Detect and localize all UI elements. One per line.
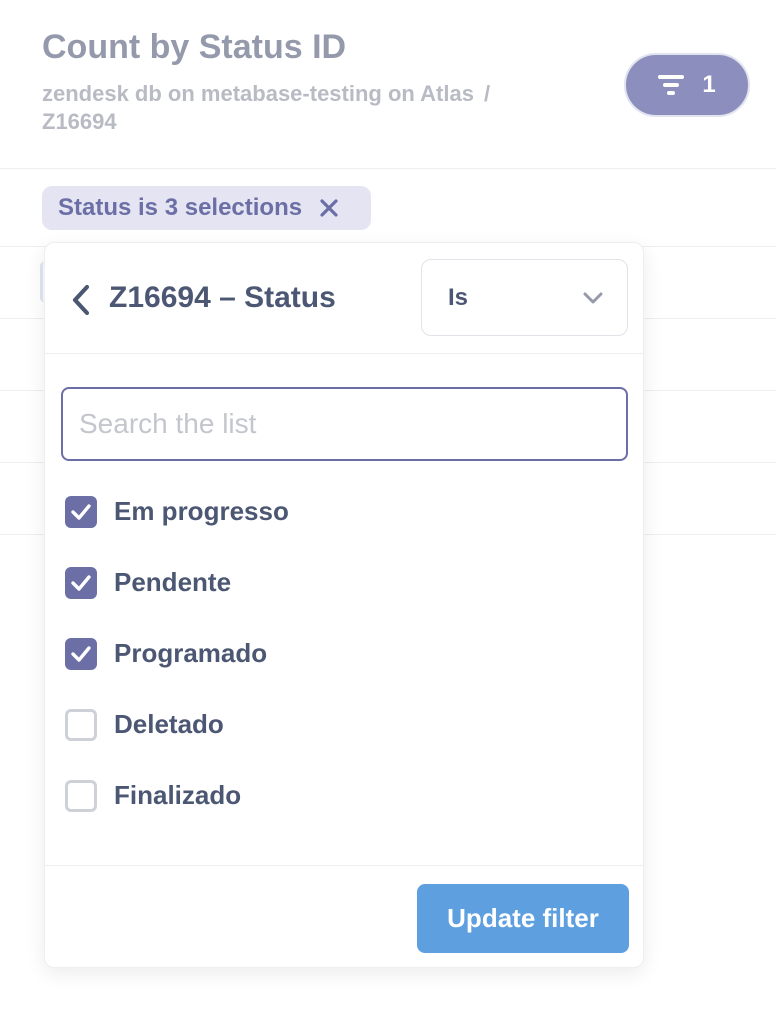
option-label: Deletado — [114, 709, 224, 739]
checkbox-unchecked[interactable] — [65, 779, 97, 812]
update-filter-button[interactable]: Update filter — [417, 884, 629, 953]
chevron-down-icon — [583, 292, 603, 303]
active-filter-pill[interactable]: Status is 3 selections — [42, 186, 371, 230]
popover-header: Z16694 – Status Is — [45, 243, 643, 354]
page-title: Count by Status ID — [42, 28, 347, 66]
option-list: Em progresso Pendente Programado Deletado Fi… — [65, 476, 625, 831]
close-icon[interactable] — [320, 199, 338, 217]
filter-count: 1 — [702, 71, 716, 98]
checkbox-option[interactable]: Pendente — [65, 547, 625, 618]
breadcrumb-table[interactable]: Z16694 — [42, 109, 117, 134]
chevron-left-icon — [72, 284, 90, 316]
check-icon — [71, 645, 91, 662]
checkbox-option[interactable]: Em progresso — [65, 476, 625, 547]
header-divider — [0, 168, 776, 169]
filter-pill-label: Status is 3 selections — [58, 194, 303, 221]
checkbox-checked[interactable] — [65, 637, 97, 670]
option-label: Em progresso — [114, 496, 289, 526]
checkbox-checked[interactable] — [65, 566, 97, 599]
operator-value: Is — [448, 283, 469, 311]
checkbox-checked[interactable] — [65, 495, 97, 528]
filter-icon — [658, 75, 685, 95]
back-button[interactable] — [67, 283, 97, 317]
checkbox-option[interactable]: Finalizado — [65, 760, 625, 831]
breadcrumb-separator: / — [483, 81, 491, 106]
popover-title: Z16694 – Status — [109, 281, 336, 314]
filter-popover: Z16694 – Status Is Em progresso Pendente P… — [44, 242, 644, 968]
check-icon — [71, 503, 91, 520]
checkbox-option[interactable]: Deletado — [65, 689, 625, 760]
option-label: Finalizado — [114, 780, 242, 810]
option-label: Pendente — [114, 567, 232, 597]
breadcrumb: zendesk db on metabase-testing on Atlas /… — [42, 80, 532, 136]
popover-footer: Update filter — [45, 865, 643, 967]
check-icon — [71, 574, 91, 591]
operator-select[interactable]: Is — [421, 259, 628, 336]
search-input[interactable] — [61, 387, 628, 461]
breadcrumb-database[interactable]: zendesk db on metabase-testing on Atlas — [42, 81, 474, 106]
option-label: Programado — [114, 638, 268, 668]
checkbox-unchecked[interactable] — [65, 708, 97, 741]
checkbox-option[interactable]: Programado — [65, 618, 625, 689]
filter-toggle-button[interactable]: 1 — [624, 53, 750, 117]
